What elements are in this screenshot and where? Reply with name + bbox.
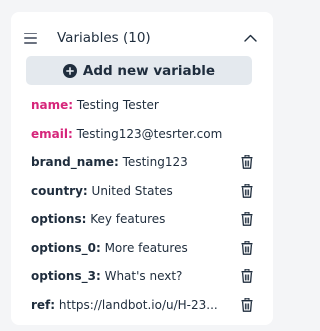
variable-row[interactable]: country: United States <box>31 182 253 200</box>
variable-text: email: Testing123@tesrter.com <box>31 127 253 141</box>
trash-icon[interactable] <box>241 212 253 226</box>
add-new-variable-label: Add new variable <box>82 62 216 79</box>
variable-row[interactable]: options_0: More features <box>31 239 253 257</box>
variable-row[interactable]: options: Key features <box>31 210 253 228</box>
variable-text: options_3: What's next? <box>31 269 237 283</box>
variable-name: ref: <box>31 297 56 312</box>
chevron-up-icon[interactable] <box>243 33 257 43</box>
variable-name: options_0: <box>31 240 101 255</box>
trash-icon[interactable] <box>241 240 253 255</box>
variables-header[interactable]: Variables (10) <box>24 27 257 49</box>
variable-name: options_3: <box>31 269 101 283</box>
variable-value: Testing123 <box>118 155 188 169</box>
variable-value: https://landbot.io/u/H-23... <box>55 297 218 312</box>
variable-value: United States <box>87 183 173 198</box>
hamburger-menu-icon[interactable] <box>24 32 37 44</box>
trash-icon[interactable] <box>241 269 253 283</box>
variable-text: ref: https://landbot.io/u/H-23... <box>31 298 237 312</box>
variable-value: Testing Tester <box>73 98 159 112</box>
variable-name: country: <box>31 183 88 198</box>
variable-name: email: <box>31 126 73 141</box>
variable-value: Key features <box>86 212 166 226</box>
trash-icon[interactable] <box>241 183 253 198</box>
variable-text: options_0: More features <box>31 241 237 255</box>
variable-text: country: United States <box>31 184 237 198</box>
trash-icon[interactable] <box>241 297 253 312</box>
panel-title: Variables (10) <box>57 30 151 46</box>
variable-row[interactable]: brand_name: Testing123 <box>31 153 253 171</box>
variable-value: Testing123@tesrter.com <box>72 126 223 141</box>
plus-circle-icon <box>62 63 77 78</box>
variable-row[interactable]: name: Testing Tester <box>31 96 253 114</box>
variables-panel: Variables (10) Add new variable name: Te… <box>11 12 273 325</box>
variable-text: options: Key features <box>31 212 237 226</box>
add-new-variable-button[interactable]: Add new variable <box>26 56 252 85</box>
variable-text: brand_name: Testing123 <box>31 155 237 169</box>
variable-row[interactable]: email: Testing123@tesrter.com <box>31 125 253 143</box>
variable-value: More features <box>100 240 188 255</box>
variable-name: brand_name: <box>31 155 119 169</box>
variable-text: name: Testing Tester <box>31 98 253 112</box>
variable-value: What's next? <box>100 269 183 283</box>
variable-row[interactable]: ref: https://landbot.io/u/H-23... <box>31 296 253 314</box>
variable-name: name: <box>31 98 74 112</box>
variable-row[interactable]: options_3: What's next? <box>31 267 253 285</box>
variable-name: options: <box>31 212 87 226</box>
trash-icon[interactable] <box>241 155 253 169</box>
